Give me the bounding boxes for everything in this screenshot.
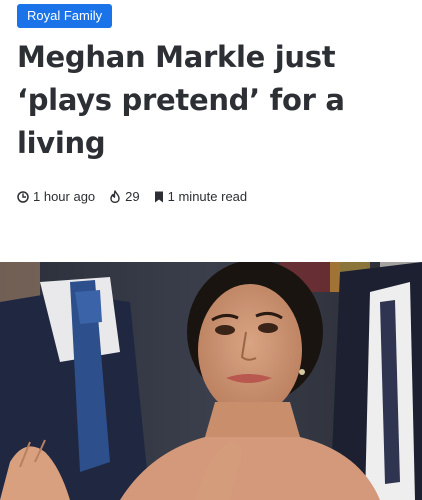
- time-ago-text: 1 hour ago: [33, 189, 96, 204]
- meta-time: 1 hour ago: [17, 189, 95, 204]
- bookmark-icon: [154, 191, 163, 202]
- hero-image: [0, 262, 422, 500]
- category-badge[interactable]: Royal Family: [17, 4, 113, 28]
- meta-views: 29: [109, 189, 140, 204]
- read-time-text: 1 minute read: [167, 189, 248, 204]
- meta-read-time: 1 minute read: [154, 189, 248, 204]
- views-count: 29: [125, 189, 140, 204]
- clock-icon: [17, 190, 29, 203]
- article-meta: 1 hour ago 29 1 minute read: [17, 189, 261, 204]
- hero-photo: [0, 262, 422, 500]
- article-title: Meghan Markle just ‘plays pretend’ for a…: [17, 40, 345, 160]
- flame-icon: [110, 190, 120, 203]
